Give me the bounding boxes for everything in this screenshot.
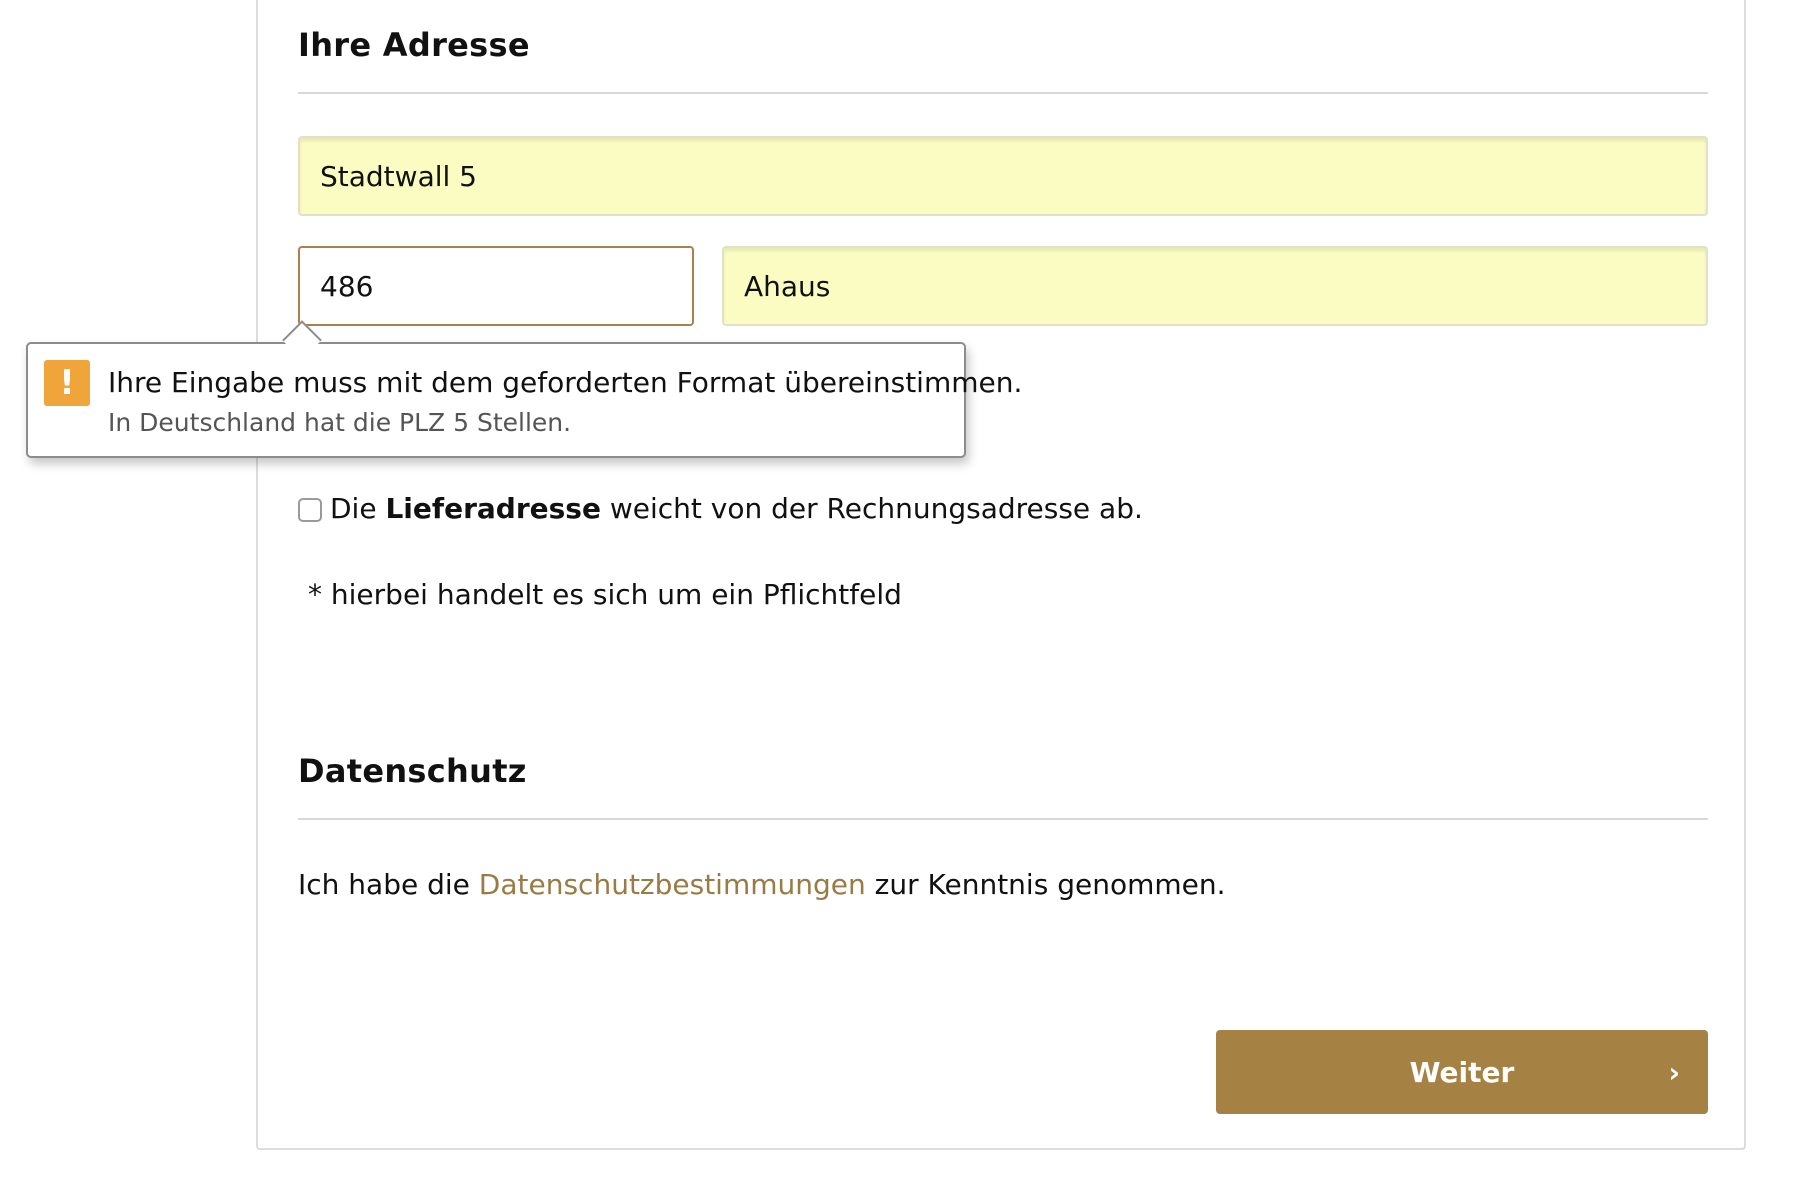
- city-input[interactable]: [722, 246, 1708, 326]
- privacy-policy-link[interactable]: Datenschutzbestimmungen: [479, 868, 866, 901]
- required-field-note: * hierbei handelt es sich um ein Pflicht…: [308, 578, 902, 611]
- street-input[interactable]: [298, 136, 1708, 216]
- chevron-right-icon: ›: [1668, 1056, 1680, 1089]
- next-button-label: Weiter: [1409, 1056, 1515, 1089]
- zip-input[interactable]: [298, 246, 694, 326]
- checkbox-label-bold: Lieferadresse: [385, 492, 601, 525]
- warning-exclamation-icon: !: [44, 360, 90, 406]
- validation-hint: In Deutschland hat die PLZ 5 Stellen.: [108, 408, 572, 437]
- validation-message: Ihre Eingabe muss mit dem geforderten Fo…: [108, 366, 1023, 399]
- privacy-consent-text: Ich habe die Datenschutzbestimmungen zur…: [298, 868, 1226, 901]
- privacy-text-suffix: zur Kenntnis genommen.: [865, 868, 1226, 901]
- address-section-divider: [298, 92, 1708, 94]
- checkbox-label-suffix: weicht von der Rechnungsadresse ab.: [600, 492, 1143, 525]
- validation-tooltip: [26, 342, 966, 458]
- checkbox-label-prefix: Die: [330, 492, 386, 525]
- delivery-address-checkbox-label[interactable]: Die Lieferadresse weicht von der Rechnun…: [330, 492, 1143, 525]
- next-button[interactable]: Weiter ›: [1216, 1030, 1708, 1114]
- privacy-section-divider: [298, 818, 1708, 820]
- privacy-section-title: Datenschutz: [298, 752, 527, 790]
- privacy-text-prefix: Ich habe die: [298, 868, 479, 901]
- delivery-address-checkbox[interactable]: [298, 498, 322, 522]
- address-section-title: Ihre Adresse: [298, 26, 530, 64]
